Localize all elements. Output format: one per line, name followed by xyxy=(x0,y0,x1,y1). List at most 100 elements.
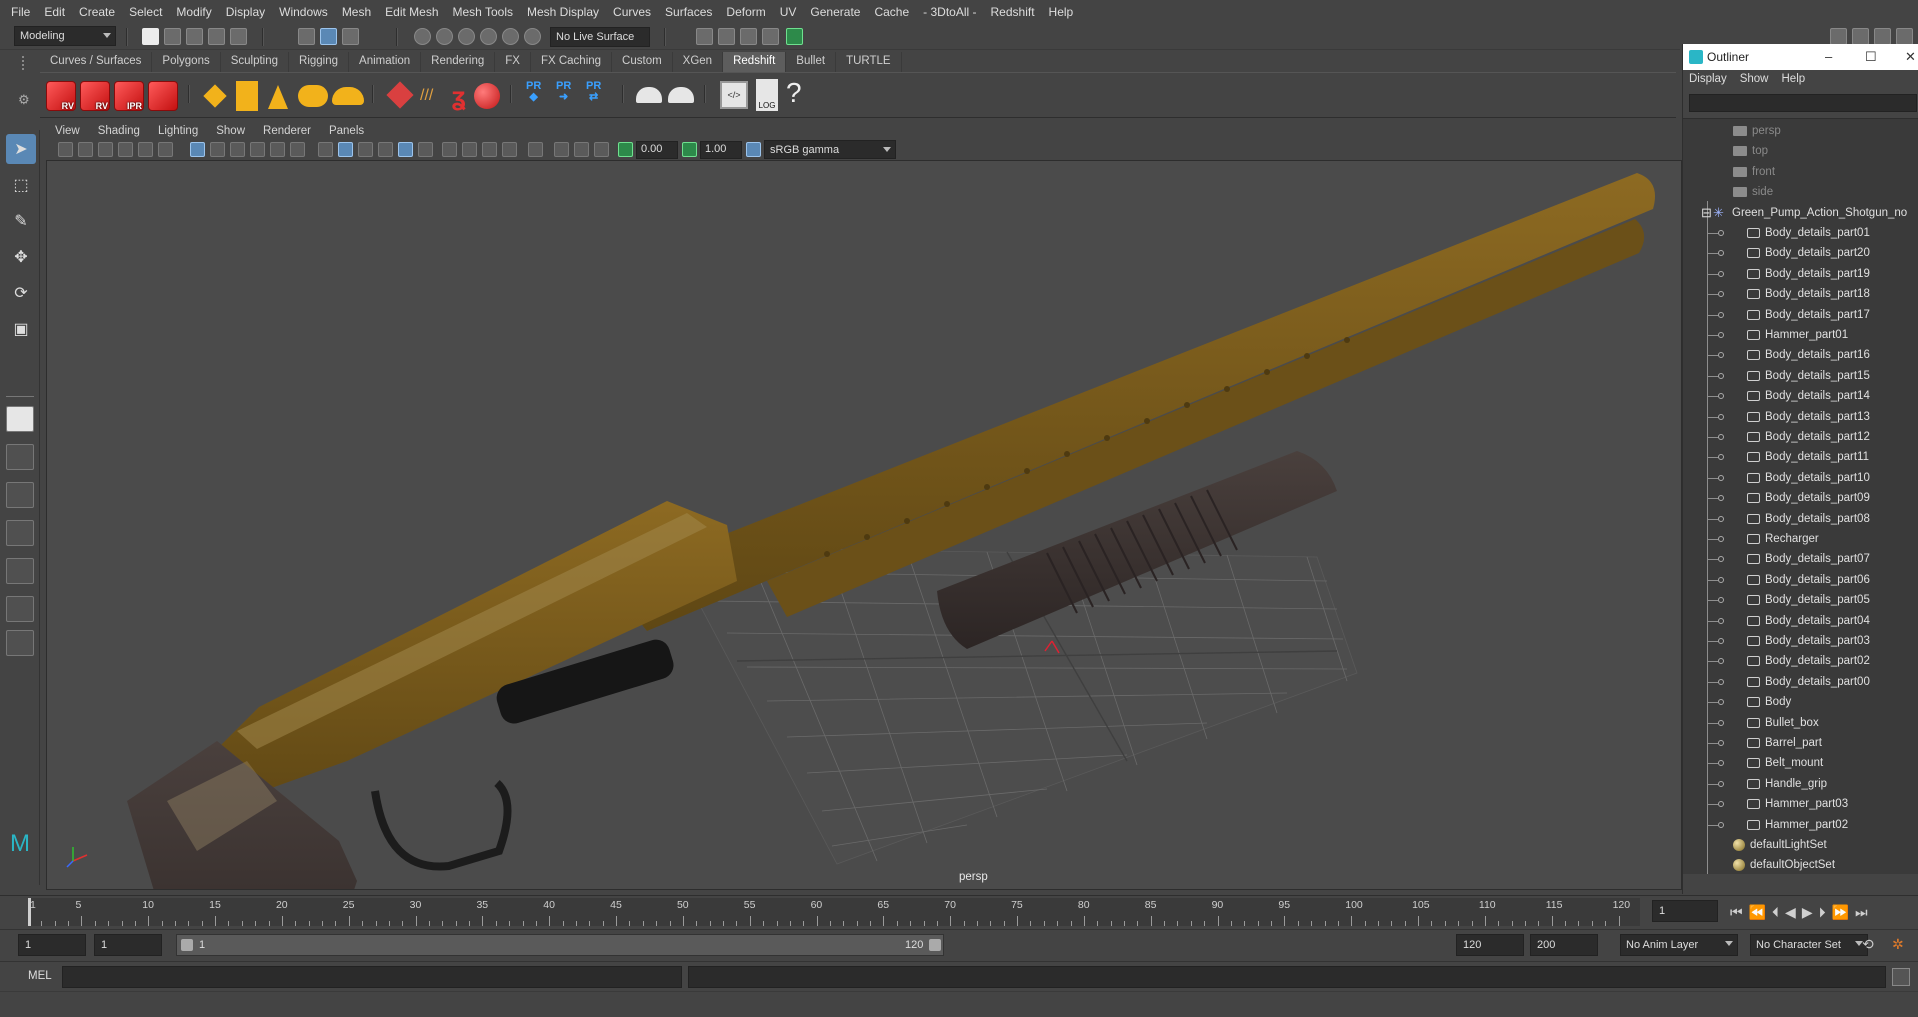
range-slider[interactable]: 1 120 xyxy=(176,934,944,956)
two-side-layout-icon[interactable] xyxy=(6,482,34,508)
panel-menu-view[interactable]: View xyxy=(46,125,89,137)
menu-edit-mesh[interactable]: Edit Mesh xyxy=(378,5,445,19)
outliner-camera-item[interactable]: persp xyxy=(1683,121,1918,141)
outliner-camera-item[interactable]: front xyxy=(1683,162,1918,182)
anti-aliasing-icon[interactable] xyxy=(482,142,497,157)
outliner-mesh-item[interactable]: Body_details_part05 xyxy=(1683,590,1918,610)
persp-graph-outliner-layout-icon[interactable] xyxy=(6,596,34,622)
visibility-dot-icon[interactable] xyxy=(1718,291,1724,298)
four-view-layout-icon[interactable] xyxy=(6,444,34,470)
select-hierarchy-icon[interactable] xyxy=(298,28,315,45)
outliner-mesh-item[interactable]: Body_details_part02 xyxy=(1683,651,1918,671)
shelf-tab-bullet[interactable]: Bullet xyxy=(786,52,837,72)
render-settings-cube-icon[interactable] xyxy=(148,81,178,111)
anim-layer-dropdown[interactable]: No Anim Layer xyxy=(1620,934,1738,956)
shelf-tab-fx-caching[interactable]: FX Caching xyxy=(530,52,613,72)
outliner-mesh-item[interactable]: Barrel_part xyxy=(1683,733,1918,753)
outliner-mesh-item[interactable]: Body_details_part00 xyxy=(1683,672,1918,692)
outliner-mesh-item[interactable]: Body_details_part10 xyxy=(1683,468,1918,488)
visibility-dot-icon[interactable] xyxy=(1718,719,1724,726)
menu-mesh-tools[interactable]: Mesh Tools xyxy=(446,5,520,19)
visibility-dot-icon[interactable] xyxy=(1718,658,1724,665)
panel-menu-lighting[interactable]: Lighting xyxy=(149,125,207,137)
go-to-start-icon[interactable]: ⏮ xyxy=(1730,904,1743,921)
snap-point-icon[interactable] xyxy=(458,28,475,45)
undo-icon[interactable] xyxy=(208,28,225,45)
current-frame-field[interactable]: 1 xyxy=(1652,900,1718,922)
render-view-cube-icon[interactable]: RV xyxy=(46,81,76,111)
visibility-dot-icon[interactable] xyxy=(1718,393,1724,400)
minimize-icon[interactable]: – xyxy=(1825,49,1832,64)
mel-label[interactable]: MEL xyxy=(28,970,52,982)
menu-mesh-display[interactable]: Mesh Display xyxy=(520,5,606,19)
outliner-set-item[interactable]: defaultObjectSet xyxy=(1683,855,1918,874)
pr-export-icon[interactable]: PR ➜ xyxy=(556,81,571,103)
current-time-indicator[interactable] xyxy=(28,898,31,926)
outliner-camera-item[interactable]: top xyxy=(1683,141,1918,161)
snap-surface-icon[interactable] xyxy=(502,28,519,45)
outliner-mesh-item[interactable]: Body_details_part06 xyxy=(1683,570,1918,590)
animation-prefs-icon[interactable]: ✲ xyxy=(1892,936,1904,953)
attribute-editor-icon[interactable] xyxy=(1852,28,1869,45)
proxy-box-icon[interactable] xyxy=(386,81,414,109)
outliner-mesh-item[interactable]: Body_details_part03 xyxy=(1683,631,1918,651)
go-to-end-icon[interactable]: ⏭ xyxy=(1855,904,1868,921)
step-back-frame-icon[interactable]: ⏴ xyxy=(1772,904,1779,921)
new-scene-icon[interactable] xyxy=(142,28,159,45)
outliner-titlebar[interactable]: Outliner – ☐ ✕ xyxy=(1683,44,1918,70)
shelf-tab-sculpting[interactable]: Sculpting xyxy=(220,52,290,72)
wireframe-icon[interactable] xyxy=(318,142,333,157)
time-slider[interactable]: 1 5 10 15 20 25 30 35 40 45 50 55 60 65 70 75 80 85 90 95 1… xyxy=(0,895,1918,927)
outliner-mesh-item[interactable]: Body_details_part14 xyxy=(1683,386,1918,406)
visibility-dot-icon[interactable] xyxy=(1718,250,1724,257)
spot-light-icon[interactable] xyxy=(268,85,288,109)
outliner-mesh-item[interactable]: Recharger xyxy=(1683,529,1918,549)
outliner-menu-display[interactable]: Display xyxy=(1689,73,1727,85)
curve-object-icon[interactable]: ʓ xyxy=(452,81,466,112)
shelf-tab-rigging[interactable]: Rigging xyxy=(289,52,350,72)
outliner-mesh-item[interactable]: Body_details_part11 xyxy=(1683,447,1918,467)
visibility-dot-icon[interactable] xyxy=(1718,311,1724,318)
visibility-dot-icon[interactable] xyxy=(1718,801,1724,808)
menu-windows[interactable]: Windows xyxy=(272,5,335,19)
film-gate-icon[interactable] xyxy=(210,142,225,157)
outliner-search-input[interactable] xyxy=(1689,94,1917,112)
close-icon[interactable]: ✕ xyxy=(1905,49,1916,65)
visibility-dot-icon[interactable] xyxy=(1718,332,1724,338)
pr-swap-icon[interactable]: PR ⇄ xyxy=(586,81,601,103)
render-frame-icon[interactable] xyxy=(718,28,735,45)
use-all-lights-icon[interactable] xyxy=(398,142,413,157)
outliner-menu-show[interactable]: Show xyxy=(1740,73,1769,85)
menu-create[interactable]: Create xyxy=(72,5,122,19)
visibility-dot-icon[interactable] xyxy=(1718,270,1724,277)
visibility-dot-icon[interactable] xyxy=(1718,780,1724,787)
bake-set-icon[interactable] xyxy=(668,87,694,103)
visibility-dot-icon[interactable] xyxy=(1718,678,1724,685)
outliner-mesh-item[interactable]: Body_details_part08 xyxy=(1683,509,1918,529)
visibility-dot-icon[interactable] xyxy=(1718,760,1724,767)
visibility-dot-icon[interactable] xyxy=(1718,576,1724,583)
gate-mask-icon[interactable] xyxy=(250,142,265,157)
auto-key-icon[interactable]: ⟲ xyxy=(1862,936,1874,953)
exposure-field[interactable]: 0.00 xyxy=(636,141,678,159)
snap-vertex-icon[interactable] xyxy=(524,28,541,45)
menu-modify[interactable]: Modify xyxy=(169,5,218,19)
colorspace-dropdown[interactable]: sRGB gamma xyxy=(764,140,896,159)
outliner-mesh-item[interactable]: Body_details_part04 xyxy=(1683,611,1918,631)
smooth-shade-icon[interactable] xyxy=(338,142,353,157)
menu-curves[interactable]: Curves xyxy=(606,5,658,19)
play-forward-icon[interactable]: ▶ xyxy=(1802,904,1813,921)
snap-view-plane-icon[interactable] xyxy=(480,28,497,45)
playback-end-field[interactable]: 120 xyxy=(1456,934,1524,956)
outliner-mesh-item[interactable]: Body_details_part13 xyxy=(1683,407,1918,427)
motion-blur-icon[interactable] xyxy=(462,142,477,157)
render-view-icon[interactable] xyxy=(762,28,779,45)
character-set-dropdown[interactable]: No Character Set xyxy=(1750,934,1868,956)
shelf-tab-curves-surfaces[interactable]: Curves / Surfaces xyxy=(40,52,153,72)
shelf-tab-rendering[interactable]: Rendering xyxy=(421,52,496,72)
outliner-mesh-item[interactable]: Handle_grip xyxy=(1683,774,1918,794)
outliner-menu-help[interactable]: Help xyxy=(1782,73,1806,85)
visibility-dot-icon[interactable] xyxy=(1718,597,1724,604)
isolate-select-icon[interactable] xyxy=(528,142,543,157)
open-scene-icon[interactable] xyxy=(164,28,181,45)
